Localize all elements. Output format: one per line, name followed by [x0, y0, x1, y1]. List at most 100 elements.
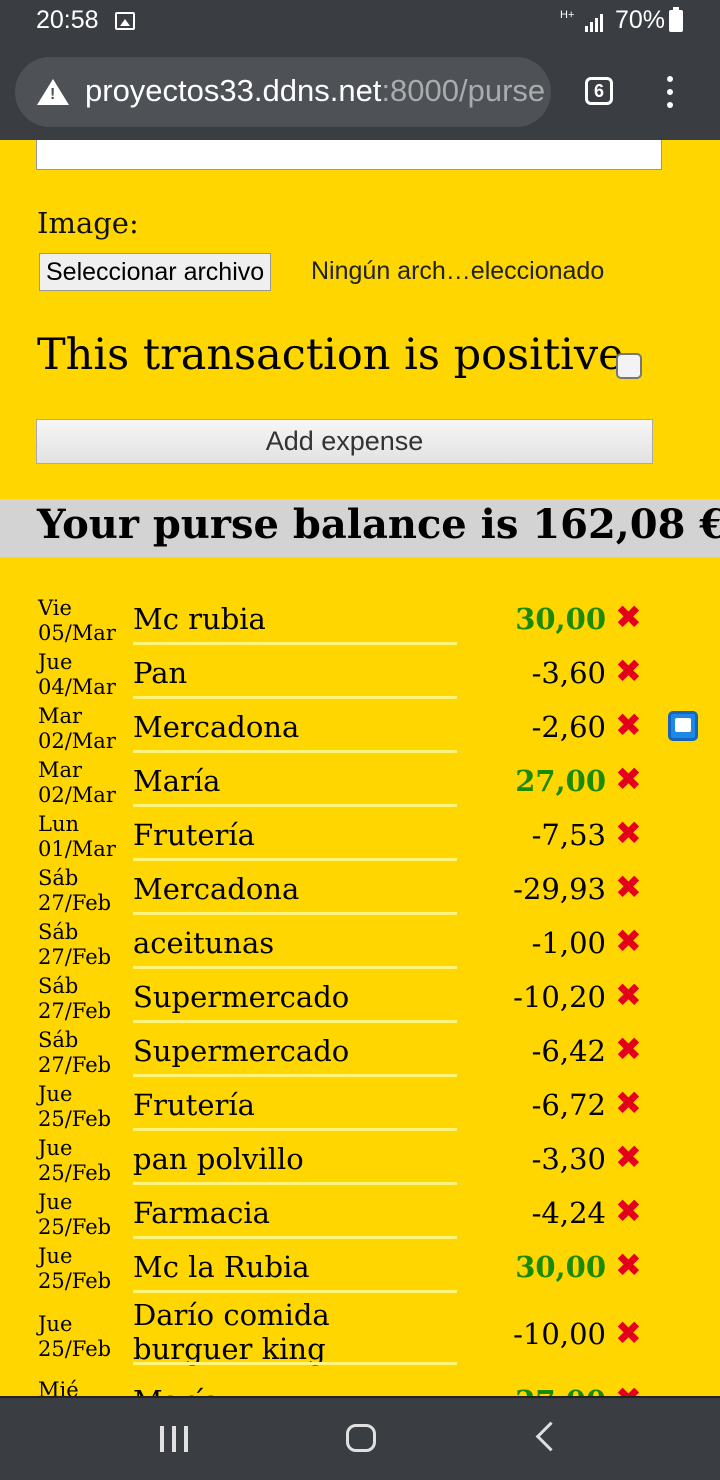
description-input[interactable]: [36, 140, 662, 170]
floating-overlay-icon[interactable]: [668, 711, 698, 741]
transaction-date: Jue 25/Feb: [38, 1312, 111, 1362]
delete-icon[interactable]: ✖: [615, 1314, 642, 1352]
transaction-day: Vie: [38, 596, 72, 620]
delete-icon[interactable]: ✖: [615, 760, 642, 798]
transaction-description: Supermercado: [133, 980, 350, 1014]
image-notification-icon: [115, 12, 135, 30]
transaction-row: Lun 01/Mar Frutería -7,53 ✖: [0, 812, 720, 866]
navigation-bar: [0, 1396, 720, 1480]
transaction-date: Jue 25/Feb: [38, 1136, 111, 1186]
transaction-description: Frutería: [133, 818, 255, 852]
transaction-date: Vie 05/Mar: [38, 596, 116, 646]
delete-icon[interactable]: ✖: [615, 1192, 642, 1230]
transaction-amount: -10,00: [513, 1317, 606, 1351]
delete-icon[interactable]: ✖: [615, 1030, 642, 1068]
transaction-description: Supermercado: [133, 1034, 350, 1068]
address-bar[interactable]: proyectos33.ddns.net:8000/purse: [15, 57, 551, 127]
transaction-date: Mar 02/Mar: [38, 758, 116, 808]
transaction-date: Jue 25/Feb: [38, 1244, 111, 1294]
transaction-date-value: 27/Feb: [38, 945, 112, 969]
delete-icon[interactable]: ✖: [615, 976, 642, 1014]
transaction-date-value: 02/Mar: [38, 783, 116, 807]
home-button[interactable]: [346, 1424, 376, 1452]
transaction-amount: 30,00: [515, 1250, 606, 1284]
transaction-amount: -4,24: [531, 1196, 606, 1230]
tab-switcher-button[interactable]: 6: [585, 77, 613, 105]
transaction-day: Sáb: [38, 974, 79, 998]
signal-icon: [585, 14, 607, 32]
description-underline: [133, 804, 457, 807]
transaction-description: Mercadona: [133, 872, 300, 906]
description-underline: [133, 1020, 457, 1023]
transaction-row: Jue 25/Feb Darío comida burguer king -10,00…: [0, 1298, 720, 1370]
transaction-date-value: 25/Feb: [38, 1215, 112, 1239]
transaction-day: Jue: [38, 1190, 73, 1214]
browser-toolbar: proyectos33.ddns.net:8000/purse 6: [0, 46, 720, 140]
description-underline: [133, 1362, 457, 1365]
description-underline: [133, 1074, 457, 1077]
recents-button[interactable]: [160, 1426, 188, 1452]
transaction-date: Mié: [38, 1378, 79, 1396]
transaction-day: Sáb: [38, 866, 79, 890]
url-host: proyectos33.ddns.net: [85, 73, 382, 108]
description-underline: [133, 750, 457, 753]
transaction-amount: 27,00: [515, 1384, 606, 1396]
overflow-menu-icon[interactable]: [664, 76, 676, 108]
transaction-date: Sáb 27/Feb: [38, 920, 111, 970]
back-button[interactable]: [535, 1421, 566, 1452]
transaction-day: Jue: [38, 1312, 73, 1336]
transaction-date-value: 27/Feb: [38, 1053, 112, 1077]
transaction-amount: 30,00: [515, 602, 606, 636]
description-underline: [133, 642, 457, 645]
description-underline: [133, 696, 457, 699]
transaction-row: Jue 25/Feb pan polvillo -3,30 ✖: [0, 1136, 720, 1190]
url-text[interactable]: proyectos33.ddns.net:8000/purse: [85, 73, 545, 109]
transaction-description: Farmacia: [133, 1196, 270, 1230]
transaction-date-value: 27/Feb: [38, 999, 112, 1023]
description-underline: [133, 912, 457, 915]
transaction-day: Mar: [38, 704, 83, 728]
transaction-row: Mié María 27,00 ✖: [0, 1378, 720, 1396]
transaction-date-value: 01/Mar: [38, 837, 116, 861]
insecure-warning-icon[interactable]: [37, 79, 69, 105]
transaction-amount: -7,53: [531, 818, 606, 852]
delete-icon[interactable]: ✖: [615, 1138, 642, 1176]
status-bar: 20:58 H+ 70%: [0, 0, 720, 46]
transaction-row: Mar 02/Mar Mercadona -2,60 ✖: [0, 704, 720, 758]
transaction-date: Sáb 27/Feb: [38, 974, 111, 1024]
transaction-day: Lun: [38, 812, 79, 836]
delete-icon[interactable]: ✖: [615, 922, 642, 960]
delete-icon[interactable]: ✖: [615, 706, 642, 744]
add-expense-button[interactable]: Add expense: [36, 419, 653, 464]
description-underline: [133, 858, 457, 861]
transaction-description: Frutería: [133, 1088, 255, 1122]
delete-icon[interactable]: ✖: [615, 652, 642, 690]
delete-icon[interactable]: ✖: [615, 1380, 642, 1396]
transaction-day: Jue: [38, 1136, 73, 1160]
delete-icon[interactable]: ✖: [615, 598, 642, 636]
positive-checkbox[interactable]: [616, 353, 642, 379]
description-underline: [133, 1236, 457, 1239]
transaction-amount: -29,93: [513, 872, 606, 906]
transaction-day: Jue: [38, 650, 73, 674]
delete-icon[interactable]: ✖: [615, 868, 642, 906]
positive-label: This transaction is positive: [37, 330, 624, 380]
transaction-date: Sáb 27/Feb: [38, 866, 111, 916]
description-underline: [133, 1128, 457, 1131]
transaction-day: Sáb: [38, 920, 79, 944]
transaction-amount: -1,00: [531, 926, 606, 960]
delete-icon[interactable]: ✖: [615, 814, 642, 852]
transaction-amount: -10,20: [513, 980, 606, 1014]
description-underline: [133, 966, 457, 969]
transaction-row: Jue 25/Feb Frutería -6,72 ✖: [0, 1082, 720, 1136]
transaction-date-value: 25/Feb: [38, 1269, 112, 1293]
choose-file-button[interactable]: Seleccionar archivo: [39, 253, 272, 291]
transaction-amount: -6,42: [531, 1034, 606, 1068]
transaction-description: Darío comida burguer king: [133, 1298, 330, 1366]
transaction-date-value: 05/Mar: [38, 621, 116, 645]
delete-icon[interactable]: ✖: [615, 1084, 642, 1122]
battery-percent: 70%: [615, 6, 666, 34]
transaction-row: Sáb 27/Feb Supermercado -6,42 ✖: [0, 1028, 720, 1082]
transaction-day: Mié: [38, 1378, 79, 1396]
delete-icon[interactable]: ✖: [615, 1246, 642, 1284]
